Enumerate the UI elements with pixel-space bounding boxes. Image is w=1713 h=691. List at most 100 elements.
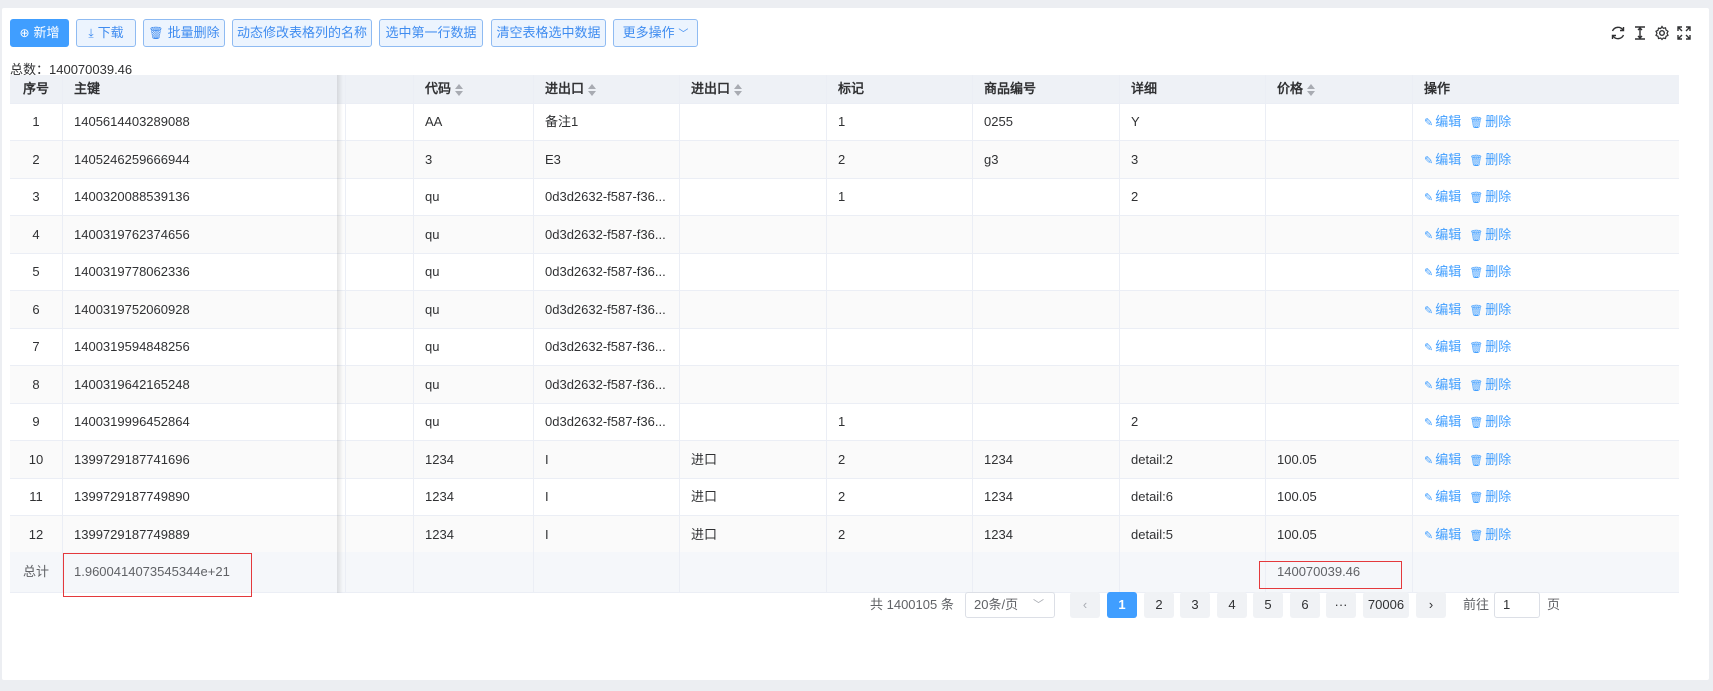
cell-mark: 1 (827, 403, 973, 440)
trash-icon: 🗑 (1469, 417, 1484, 429)
page-size-select[interactable]: 20条/页 ﹀ (965, 592, 1055, 618)
page-6-button[interactable]: 6 (1290, 592, 1320, 618)
goto-page-input[interactable]: 1 (1494, 592, 1540, 618)
goto-unit: 页 (1547, 597, 1561, 612)
highlight-box-price-sum (1259, 561, 1402, 589)
table-row[interactable]: 5 1400319778062336 qu 0d3d2632-f587-f36... ✎… (10, 253, 1679, 291)
fullscreen-icon[interactable] (1675, 23, 1693, 43)
page-1-button[interactable]: 1 (1107, 592, 1137, 618)
sort-icon[interactable] (734, 83, 743, 96)
table-row[interactable]: 8 1400319642165248 qu 0d3d2632-f587-f36... ✎… (10, 365, 1679, 404)
table-row[interactable]: 9 1400319996452864 qu 0d3d2632-f587-f36... 1… (10, 403, 1679, 441)
cell-index: 5 (10, 253, 63, 290)
delete-link[interactable]: 🗑 删除 (1469, 114, 1511, 129)
delete-link[interactable]: 🗑 删除 (1469, 189, 1511, 204)
download-button[interactable]: ⤓ 下载 (76, 19, 136, 47)
page-3-button[interactable]: 3 (1180, 592, 1210, 618)
edit-link[interactable]: ✎ 编辑 (1424, 114, 1461, 129)
table-panel: ⊕ 新增 ⤓ 下载 🗑 批量删除 动态修改表格列的名称 选中第一行数据 清空表格选中数… (2, 8, 1709, 680)
table-row[interactable]: 1 1405614403289088 AA 备注1 1 0255 Y ✎ 编辑 🗑 删除 (10, 103, 1679, 141)
cell-spacer (346, 290, 414, 328)
rename-column-button[interactable]: 动态修改表格列的名称 (232, 19, 372, 47)
cell-spacer (346, 328, 414, 365)
edit-link[interactable]: ✎ 编辑 (1424, 489, 1461, 504)
cell-key: 1400319996452864 (63, 403, 346, 440)
edit-link[interactable]: ✎ 编辑 (1424, 377, 1461, 392)
cell-spacer (346, 440, 414, 478)
cell-actions: ✎ 编辑 🗑 删除 (1413, 366, 1679, 403)
table-row[interactable]: 6 1400319752060928 qu 0d3d2632-f587-f36... ✎… (10, 290, 1679, 329)
summary-empty-cell (680, 552, 827, 592)
cell-key: 1399729187741696 (63, 440, 346, 478)
cell-io2 (680, 140, 827, 178)
delete-link[interactable]: 🗑 删除 (1469, 264, 1511, 279)
column-height-icon[interactable] (1631, 23, 1649, 43)
table-row[interactable]: 11 1399729187749890 1234 I 进口 2 1234 detail:6 10… (10, 478, 1679, 516)
sort-icon[interactable] (588, 83, 597, 96)
edit-link[interactable]: ✎ 编辑 (1424, 264, 1461, 279)
edit-link[interactable]: ✎ 编辑 (1424, 339, 1461, 354)
page-5-button[interactable]: 5 (1253, 592, 1283, 618)
delete-link[interactable]: 🗑 删除 (1469, 489, 1511, 504)
cell-index: 4 (10, 215, 63, 253)
cell-price (1266, 103, 1413, 140)
last-page-button[interactable]: 70006 (1363, 592, 1409, 618)
trash-icon: 🗑 (148, 26, 164, 40)
edit-link[interactable]: ✎ 编辑 (1424, 189, 1461, 204)
delete-link[interactable]: 🗑 删除 (1469, 377, 1511, 392)
page-4-button[interactable]: 4 (1217, 592, 1247, 618)
clear-selection-button[interactable]: 清空表格选中数据 (491, 19, 606, 47)
edit-link[interactable]: ✎ 编辑 (1424, 452, 1461, 467)
batch-delete-button[interactable]: 🗑 批量删除 (143, 19, 225, 47)
sort-icon[interactable] (455, 83, 464, 96)
table-row[interactable]: 12 1399729187749889 1234 I 进口 2 1234 detail:5 10… (10, 515, 1679, 554)
cell-goods: 0255 (973, 103, 1120, 140)
table-row[interactable]: 10 1399729187741696 1234 I 进口 2 1234 detail:2 10… (10, 440, 1679, 479)
col-price-header[interactable]: 价格 (1266, 75, 1413, 103)
page-2-button[interactable]: 2 (1144, 592, 1174, 618)
delete-link[interactable]: 🗑 删除 (1469, 452, 1511, 467)
refresh-icon[interactable] (1609, 23, 1627, 43)
edit-link[interactable]: ✎ 编辑 (1424, 414, 1461, 429)
cell-price (1266, 365, 1413, 403)
cell-io2 (680, 215, 827, 253)
col-code-header[interactable]: 代码 (414, 75, 534, 103)
edit-link[interactable]: ✎ 编辑 (1424, 152, 1461, 167)
edit-link[interactable]: ✎ 编辑 (1424, 302, 1461, 317)
cell-io1: 0d3d2632-f587-f36... (534, 290, 680, 328)
cell-goods (973, 365, 1120, 403)
col-mark-header: 标记 (827, 75, 973, 103)
more-actions-button[interactable]: 更多操作 ﹀ (613, 19, 698, 47)
table-row[interactable]: 7 1400319594848256 qu 0d3d2632-f587-f36... ✎… (10, 328, 1679, 366)
delete-link[interactable]: 🗑 删除 (1469, 414, 1511, 429)
cell-code: 1234 (414, 515, 534, 553)
sort-icon[interactable] (1307, 83, 1316, 96)
next-page-button[interactable]: › (1416, 592, 1446, 618)
table-row[interactable]: 3 1400320088539136 qu 0d3d2632-f587-f36... 1… (10, 178, 1679, 216)
settings-icon[interactable] (1653, 23, 1671, 43)
col-io1-header[interactable]: 进出口 (534, 75, 680, 103)
cell-mark: 1 (827, 103, 973, 140)
edit-link[interactable]: ✎ 编辑 (1424, 527, 1461, 542)
delete-link[interactable]: 🗑 删除 (1469, 527, 1511, 542)
prev-page-button[interactable]: ‹ (1070, 592, 1100, 618)
cell-io2: 进口 (680, 440, 827, 478)
summary-empty-cell (534, 552, 680, 592)
table-tools (1609, 23, 1697, 45)
trash-icon: 🗑 (1469, 529, 1484, 542)
table-header: 序号 主键 代码 进出口 进出口 标记 商品编号 详细 价格 操作 (10, 75, 1679, 104)
delete-link[interactable]: 🗑 删除 (1469, 152, 1511, 167)
edit-link[interactable]: ✎ 编辑 (1424, 227, 1461, 242)
table-row[interactable]: 2 1405246259666944 3 E3 2 g3 3 ✎ 编辑 🗑 删除 (10, 140, 1679, 179)
trash-icon: 🗑 (1469, 342, 1484, 354)
table-row[interactable]: 4 1400319762374656 qu 0d3d2632-f587-f36... ✎… (10, 215, 1679, 254)
delete-link[interactable]: 🗑 删除 (1469, 302, 1511, 317)
add-button[interactable]: ⊕ 新增 (10, 19, 69, 47)
delete-link[interactable]: 🗑 删除 (1469, 339, 1511, 354)
delete-link[interactable]: 🗑 删除 (1469, 227, 1511, 242)
cell-goods (973, 253, 1120, 290)
col-io2-header[interactable]: 进出口 (680, 75, 827, 103)
more-pages-button[interactable]: ··· (1326, 592, 1356, 618)
trash-icon: 🗑 (1469, 229, 1484, 242)
select-first-row-button[interactable]: 选中第一行数据 (379, 19, 483, 47)
